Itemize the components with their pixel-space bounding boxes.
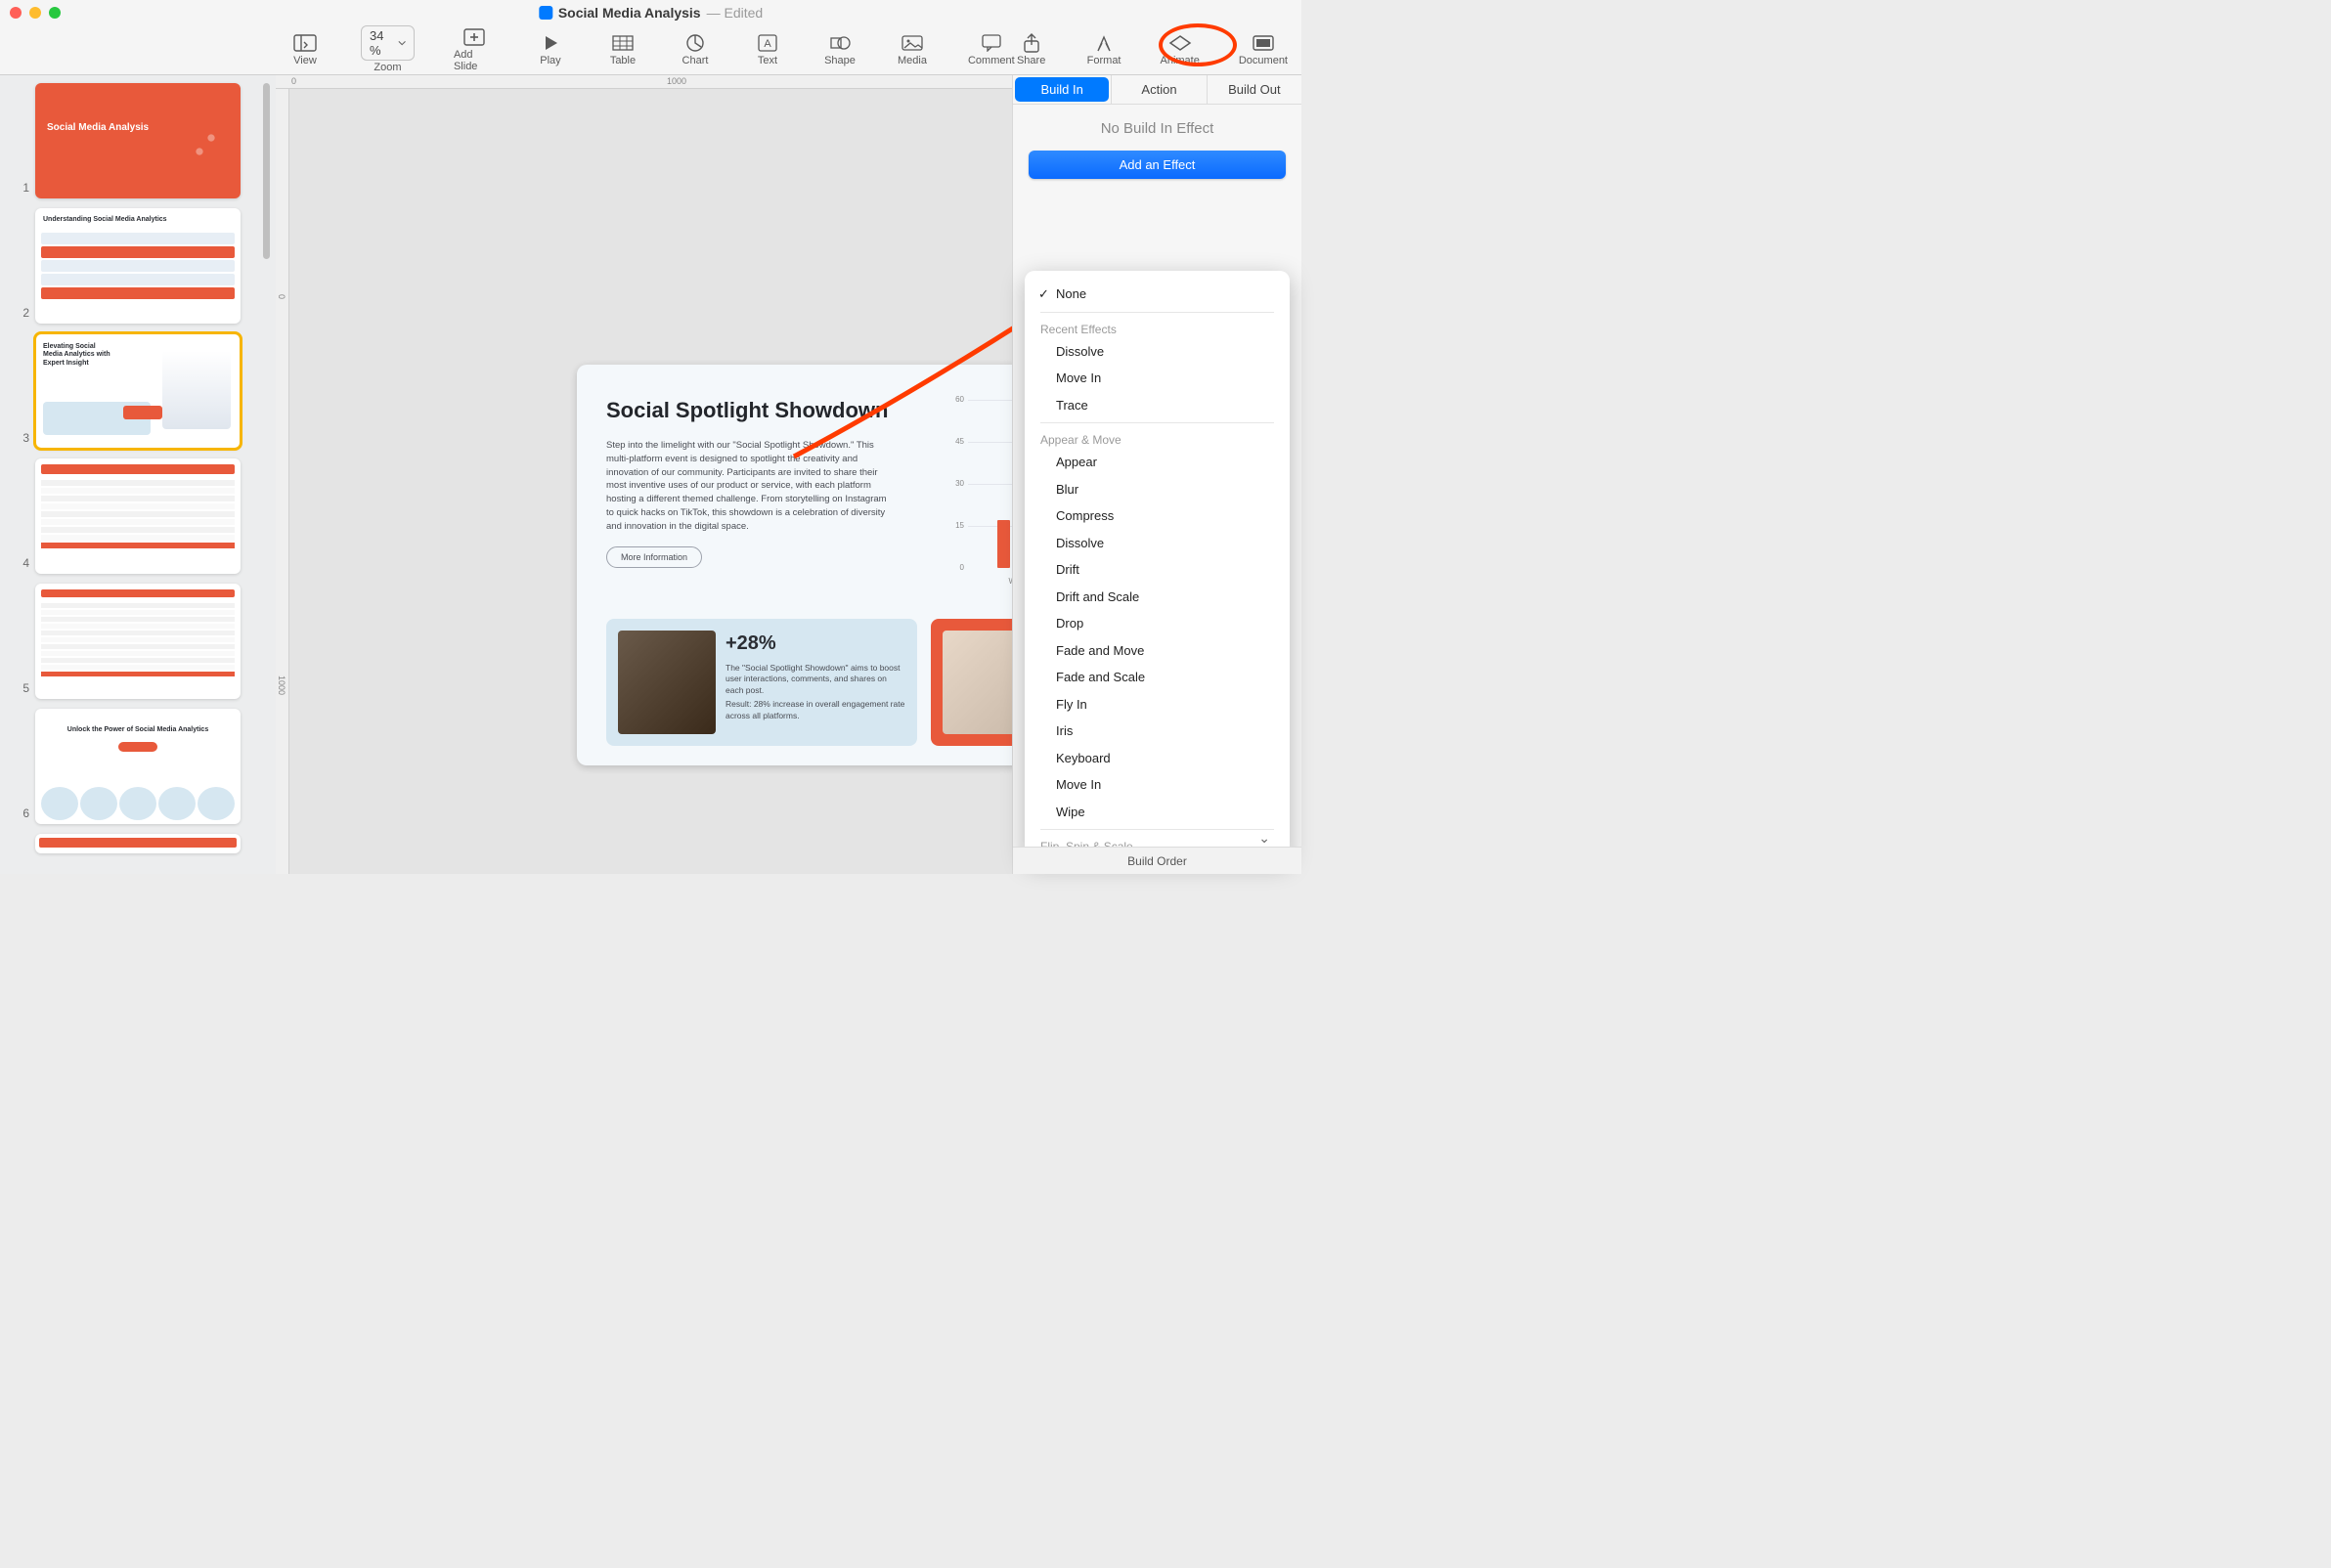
effect-option[interactable]: Blur [1029,476,1286,503]
tab-action[interactable]: Action [1111,75,1206,104]
inspector-panel: Build In Action Build Out No Build In Ef… [1012,75,1301,874]
effect-option[interactable]: Appear [1029,449,1286,476]
document-name: Social Media Analysis [558,5,701,21]
add-slide-button[interactable]: Add Slide [454,26,495,72]
play-button[interactable]: Play [534,32,567,66]
slide-thumbnail-2[interactable]: Understanding Social Media Analytics [35,208,241,324]
effect-section-label: Appear & Move [1029,427,1286,449]
effect-dropdown[interactable]: NoneRecent EffectsDissolveMove InTraceAp… [1025,271,1290,860]
chart-bars [978,400,1012,568]
effect-option[interactable]: Keyboard [1029,745,1286,772]
animate-button[interactable]: Animate [1161,32,1200,66]
slide-navigator[interactable]: 1 Social Media Analysis 2 Understanding … [0,75,276,874]
titlebar: Social Media Analysis — Edited [0,0,1301,24]
stat-card-ugc[interactable]: +6 000 The event encourages participants… [931,619,1012,746]
slide-number: 1 [16,181,29,198]
effect-option[interactable]: None [1029,281,1286,308]
chart-x-labels: Week 1Week 2Week 3 [978,577,1012,586]
add-effect-button[interactable]: Add an Effect [1029,151,1286,179]
chart-button[interactable]: Chart [679,32,712,66]
comment-button[interactable]: Comment [968,32,1015,66]
shape-button[interactable]: Shape [823,32,857,66]
toolbar: View 34 % Zoom Add Slide Play Table Char… [0,24,1301,75]
window-controls [10,7,61,19]
text-button[interactable]: A Text [751,32,784,66]
ruler-vertical: 0 1000 [276,89,289,874]
slide-canvas[interactable]: 0 1000 0 1000 Social Spotlight Showdown … [276,75,1012,874]
effect-option[interactable]: Drift and Scale [1029,584,1286,611]
slide-number: 2 [16,306,29,324]
slide-number: 5 [16,681,29,699]
chart-y-axis: 015304560 [948,400,966,568]
edited-indicator: — Edited [707,5,764,21]
table-button[interactable]: Table [606,32,639,66]
effect-option[interactable]: Compress [1029,502,1286,530]
effect-option[interactable]: Move In [1029,771,1286,799]
effect-option[interactable]: Trace [1029,392,1286,419]
effect-option[interactable]: Dissolve [1029,338,1286,366]
slide-thumbnail-7[interactable] [35,834,241,853]
effect-option[interactable]: Wipe [1029,799,1286,826]
minimize-icon[interactable] [29,7,41,19]
effect-option[interactable]: Drop [1029,610,1286,637]
slide-thumbnail-6[interactable]: Unlock the Power of Social Media Analyti… [35,709,241,824]
slide-thumbnail-4[interactable] [35,458,241,574]
effect-option[interactable]: Fade and Scale [1029,664,1286,691]
keynote-icon [539,6,552,20]
main-area: 1 Social Media Analysis 2 Understanding … [0,75,1301,874]
slide-thumbnail-1[interactable]: Social Media Analysis [35,83,241,198]
slide-number: 6 [16,806,29,824]
window-title: Social Media Analysis — Edited [539,5,763,21]
maximize-icon[interactable] [49,7,61,19]
chevron-down-icon[interactable]: ⌄ [1258,830,1270,847]
zoom-value: 34 % [370,28,394,58]
tab-build-in[interactable]: Build In [1015,77,1109,102]
effect-option[interactable]: Iris [1029,718,1286,745]
media-button[interactable]: Media [896,32,929,66]
no-effect-label: No Build In Effect [1013,105,1301,145]
document-button[interactable]: Document [1239,32,1288,66]
effect-option[interactable]: Move In [1029,365,1286,392]
slide-number: 4 [16,556,29,574]
zoom-control[interactable]: 34 % Zoom [361,25,415,73]
effect-option[interactable]: Fly In [1029,691,1286,719]
more-info-button[interactable]: More Information [606,546,702,568]
slide-thumbnail-3[interactable]: Elevating Social Media Analytics with Ex… [35,333,241,449]
scrollbar[interactable] [263,83,270,279]
slide-number [16,849,29,853]
slide-thumbnail-5[interactable] [35,584,241,699]
view-button[interactable]: View [288,32,322,66]
ruler-horizontal: 0 1000 [276,75,1012,89]
build-order-button[interactable]: Build Order [1013,847,1301,874]
inspector-tabs: Build In Action Build Out [1013,75,1301,105]
effect-option[interactable]: Dissolve [1029,530,1286,557]
slide-chart[interactable]: 015304560 Week 1Week 2Week 3 [948,400,1012,595]
tab-build-out[interactable]: Build Out [1207,75,1301,104]
slide-body-text[interactable]: Step into the limelight with our "Social… [606,439,890,533]
stat-result: Result: 28% increase in overall engageme… [726,699,905,721]
close-icon[interactable] [10,7,22,19]
stat-value: +28% [726,631,776,657]
format-button[interactable]: Format [1087,32,1122,66]
svg-text:A: A [764,38,771,50]
stat-description: The "Social Spotlight Showdown" aims to … [726,663,905,696]
slide-number: 3 [16,431,29,449]
slide-content[interactable]: Social Spotlight Showdown Step into the … [577,365,1012,765]
card-image [943,631,1012,734]
share-button[interactable]: Share [1015,32,1048,66]
card-image [618,631,716,734]
effect-section-label: Recent Effects [1029,317,1286,338]
effect-option[interactable]: Drift [1029,556,1286,584]
stat-card-engagement[interactable]: +28% The "Social Spotlight Showdown" aim… [606,619,917,746]
effect-option[interactable]: Fade and Move [1029,637,1286,665]
